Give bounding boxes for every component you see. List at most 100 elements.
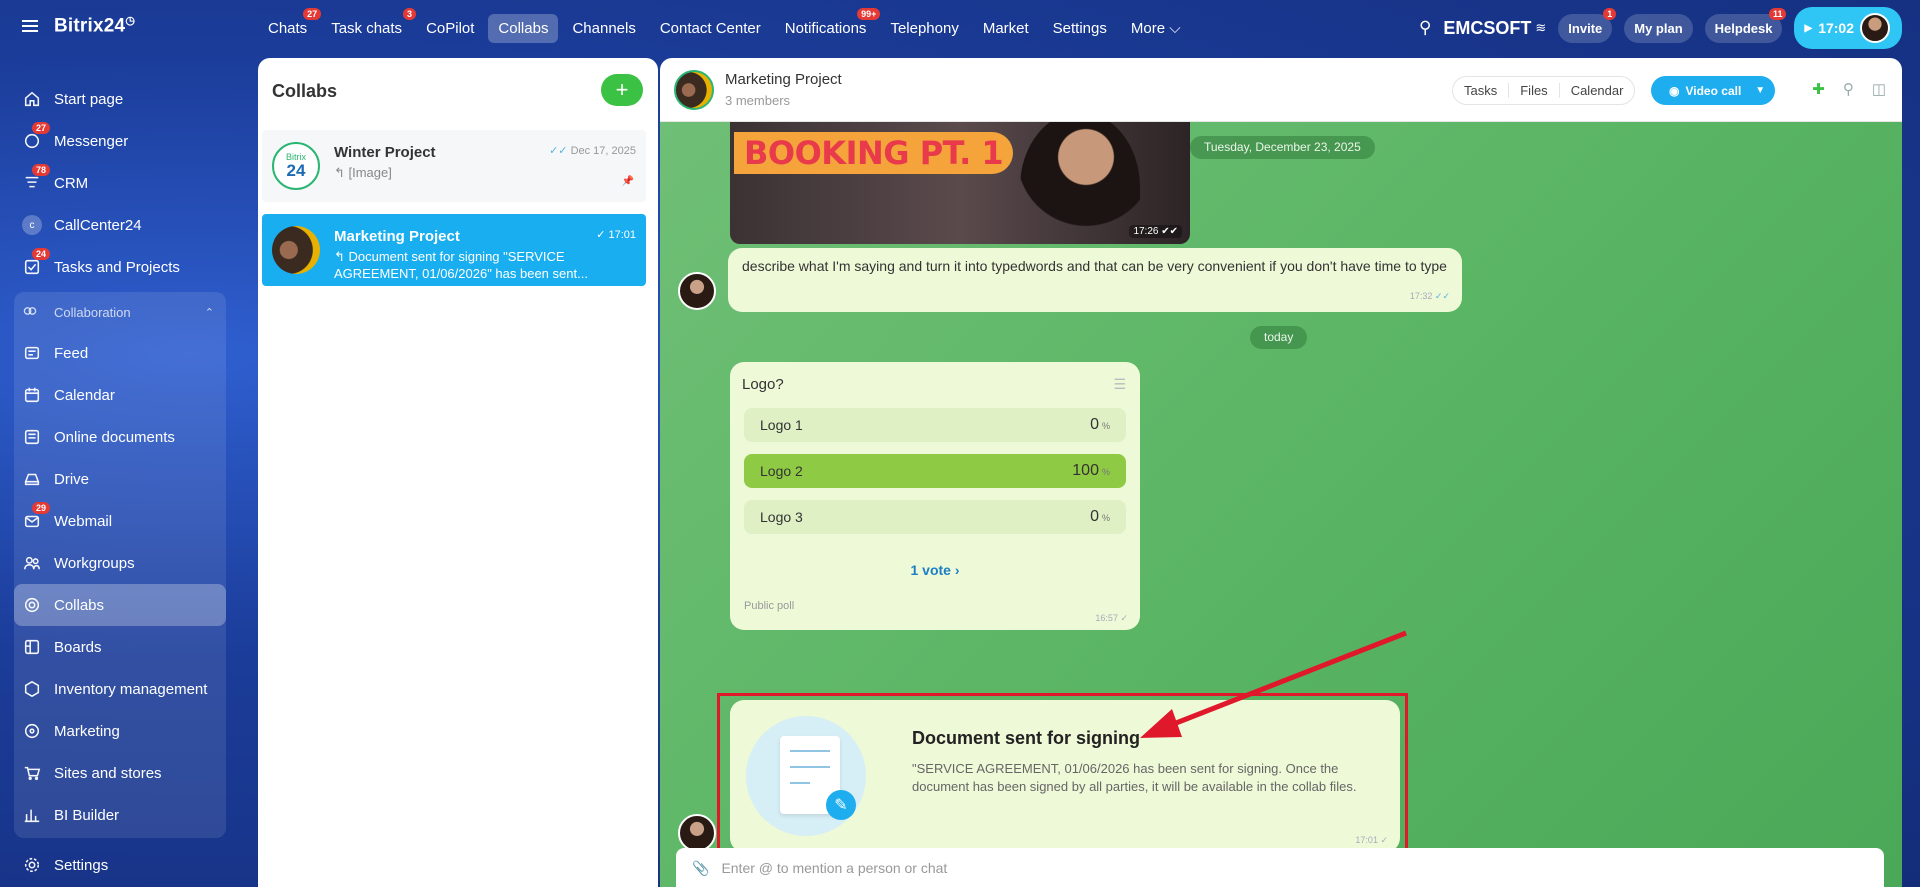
sidebar-item-settings[interactable]: Settings xyxy=(14,844,226,886)
collaboration-group-header[interactable]: Collaboration ⌃ xyxy=(14,292,226,332)
calendar-icon xyxy=(22,385,42,405)
tab-tasks[interactable]: Tasks xyxy=(1453,83,1510,98)
message-text: describe what I'm saying and turn it int… xyxy=(742,258,1447,274)
sidebar-item-label: Drive xyxy=(54,470,90,488)
top-right-controls: ⚲ EMCSOFT ≋ Invite 1 My plan Helpdesk 11 ▶… xyxy=(1419,7,1902,49)
tab-more[interactable]: More ⌵ xyxy=(1121,14,1191,43)
sliders-icon[interactable]: ≋ xyxy=(1535,20,1546,36)
tab-chats[interactable]: Chats 27 xyxy=(258,7,322,43)
sidebar-item-label: Start page xyxy=(54,90,124,108)
workday-button[interactable]: ▶ 17:02 xyxy=(1794,7,1902,49)
top-navigation: Chats 27 Task chats 3 CoPilot Collabs Chan… xyxy=(258,0,1193,56)
sidebar-item-drive[interactable]: Drive xyxy=(14,458,226,500)
sidebar-item-label: Online documents xyxy=(54,428,175,446)
sidebar-item-tasks[interactable]: 24 Tasks and Projects xyxy=(14,246,226,288)
add-user-icon[interactable]: ✚ xyxy=(1812,80,1825,98)
collab-item-marketing-project[interactable]: Marketing Project ↰ Document sent for si… xyxy=(262,214,646,286)
menu-icon[interactable] xyxy=(22,19,38,32)
sidebar-item-boards[interactable]: Boards xyxy=(14,626,226,668)
poll-question: Logo? xyxy=(742,376,784,393)
sidebar-toggle-icon[interactable]: ◫ xyxy=(1872,80,1886,98)
sidebar-item-messenger[interactable]: 27 Messenger xyxy=(14,120,226,162)
avatar[interactable] xyxy=(678,272,716,310)
poll-votes-link[interactable]: 1 vote › xyxy=(730,562,1140,578)
my-plan-button[interactable]: My plan xyxy=(1624,13,1693,43)
poll-option[interactable]: Logo 3 0% xyxy=(744,500,1126,534)
tab-calendar[interactable]: Calendar xyxy=(1560,83,1635,98)
date-separator: Tuesday, December 23, 2025 xyxy=(1190,136,1375,159)
organization-name[interactable]: EMCSOFT xyxy=(1443,18,1531,39)
sidebar-item-crm[interactable]: 78 CRM xyxy=(14,162,226,204)
poll-option[interactable]: Logo 1 0% xyxy=(744,408,1126,442)
notification-badge: 1 xyxy=(1603,7,1617,20)
webmail-icon xyxy=(22,511,42,531)
documents-icon xyxy=(22,427,42,447)
poll-percentage: 0% xyxy=(1090,416,1110,433)
sidebar-item-marketing[interactable]: Marketing xyxy=(14,710,226,752)
image-message[interactable]: BOOKING PT. 1 17:26 ✔✔ xyxy=(730,122,1190,244)
timestamp: 16:57 ✓ xyxy=(1095,613,1128,623)
sidebar-item-callcenter[interactable]: c CallCenter24 xyxy=(14,204,226,246)
chevron-up-icon[interactable]: ⌃ xyxy=(205,306,214,319)
stores-icon xyxy=(22,763,42,783)
brand: Bitrix24◷ xyxy=(22,14,135,37)
sidebar-item-inventory[interactable]: Inventory management xyxy=(14,668,226,710)
tab-collabs[interactable]: Collabs xyxy=(488,13,559,43)
tab-files[interactable]: Files xyxy=(1509,83,1560,98)
group-title: Collaboration xyxy=(54,304,131,320)
avatar[interactable] xyxy=(674,70,714,110)
avatar[interactable] xyxy=(678,814,716,852)
search-icon[interactable]: ⚲ xyxy=(1419,18,1431,38)
sidebar-item-bi-builder[interactable]: BI Builder xyxy=(14,794,226,836)
tab-copilot[interactable]: CoPilot xyxy=(416,14,484,43)
sidebar-item-calendar[interactable]: Calendar xyxy=(14,374,226,416)
pin-icon[interactable]: 📌 xyxy=(622,176,634,187)
sidebar-item-label: Collabs xyxy=(54,596,105,614)
sidebar-item-label: CRM xyxy=(54,174,89,192)
sidebar-item-start-page[interactable]: Start page xyxy=(14,78,226,120)
notification-badge: 29 xyxy=(32,502,51,514)
poll-percentage: 0% xyxy=(1090,508,1110,525)
sidebar-item-online-documents[interactable]: Online documents xyxy=(14,416,226,458)
gear-icon xyxy=(22,855,42,875)
menu-icon[interactable]: ☰ xyxy=(1113,376,1126,393)
notification-badge: 24 xyxy=(32,248,51,260)
tab-channels[interactable]: Channels xyxy=(562,14,645,43)
tab-task-chats[interactable]: Task chats 3 xyxy=(321,7,417,43)
video-call-button[interactable]: ◉ Video call ▼ xyxy=(1651,76,1775,105)
sidebar-item-label: Settings xyxy=(54,856,109,874)
member-count[interactable]: 3 members xyxy=(725,93,790,108)
chat-title[interactable]: Marketing Project xyxy=(725,71,842,88)
sidebar-item-label: Webmail xyxy=(54,512,113,530)
message-composer[interactable]: 📎 Enter @ to mention a person or chat xyxy=(676,848,1884,887)
text-message[interactable]: describe what I'm saying and turn it int… xyxy=(728,248,1462,312)
sidebar-item-feed[interactable]: Feed xyxy=(14,332,226,374)
tab-notifications[interactable]: Notifications 99+ xyxy=(775,7,881,43)
tab-telephony[interactable]: Telephony xyxy=(880,14,968,43)
tab-contact-center[interactable]: Contact Center xyxy=(650,14,771,43)
sidebar-item-collabs[interactable]: Collabs xyxy=(14,584,226,626)
add-collab-button[interactable]: + xyxy=(601,74,643,106)
invite-button[interactable]: Invite 1 xyxy=(1558,7,1617,43)
tab-market[interactable]: Market xyxy=(973,14,1039,43)
workgroups-icon xyxy=(22,553,42,573)
paperclip-icon[interactable]: 📎 xyxy=(692,860,709,877)
timestamp: 17:32 ✓✓ xyxy=(1409,291,1450,301)
notification-badge: 99+ xyxy=(857,7,881,20)
user-avatar[interactable] xyxy=(1860,13,1890,43)
callcenter-icon: c xyxy=(22,215,42,235)
sidebar-item-webmail[interactable]: 29 Webmail xyxy=(14,500,226,542)
sidebar-item-sites-and-stores[interactable]: Sites and stores xyxy=(14,752,226,794)
search-icon[interactable]: ⚲ xyxy=(1843,80,1854,98)
check-icon: ✓ xyxy=(596,229,606,241)
helpdesk-button[interactable]: Helpdesk 11 xyxy=(1704,7,1787,43)
sidebar-item-label: Workgroups xyxy=(54,554,135,572)
sidebar-item-workgroups[interactable]: Workgroups xyxy=(14,542,226,584)
collab-item-winter-project[interactable]: Bitrix 24 Winter Project ↰ [Image] ✓✓ Dec… xyxy=(262,130,646,202)
brand-name[interactable]: Bitrix24◷ xyxy=(54,14,135,37)
tab-settings[interactable]: Settings xyxy=(1043,14,1117,43)
timestamp: ✓✓ Dec 17, 2025 xyxy=(549,145,636,157)
poll-option[interactable]: Logo 2 100% xyxy=(744,454,1126,488)
chevron-down-icon[interactable]: ▼ xyxy=(1755,85,1765,96)
feed-icon xyxy=(22,343,42,363)
